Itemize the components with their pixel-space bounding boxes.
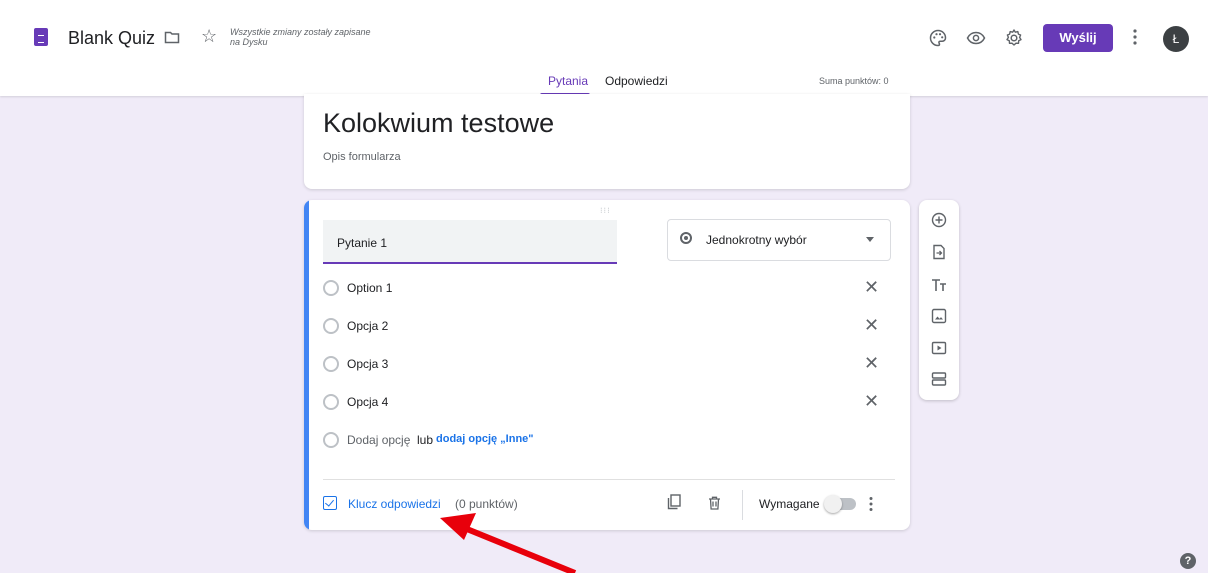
annotation-arrow-shaft [460,524,577,573]
annotation-arrow [440,513,577,573]
annotation-arrow-head [440,513,476,540]
